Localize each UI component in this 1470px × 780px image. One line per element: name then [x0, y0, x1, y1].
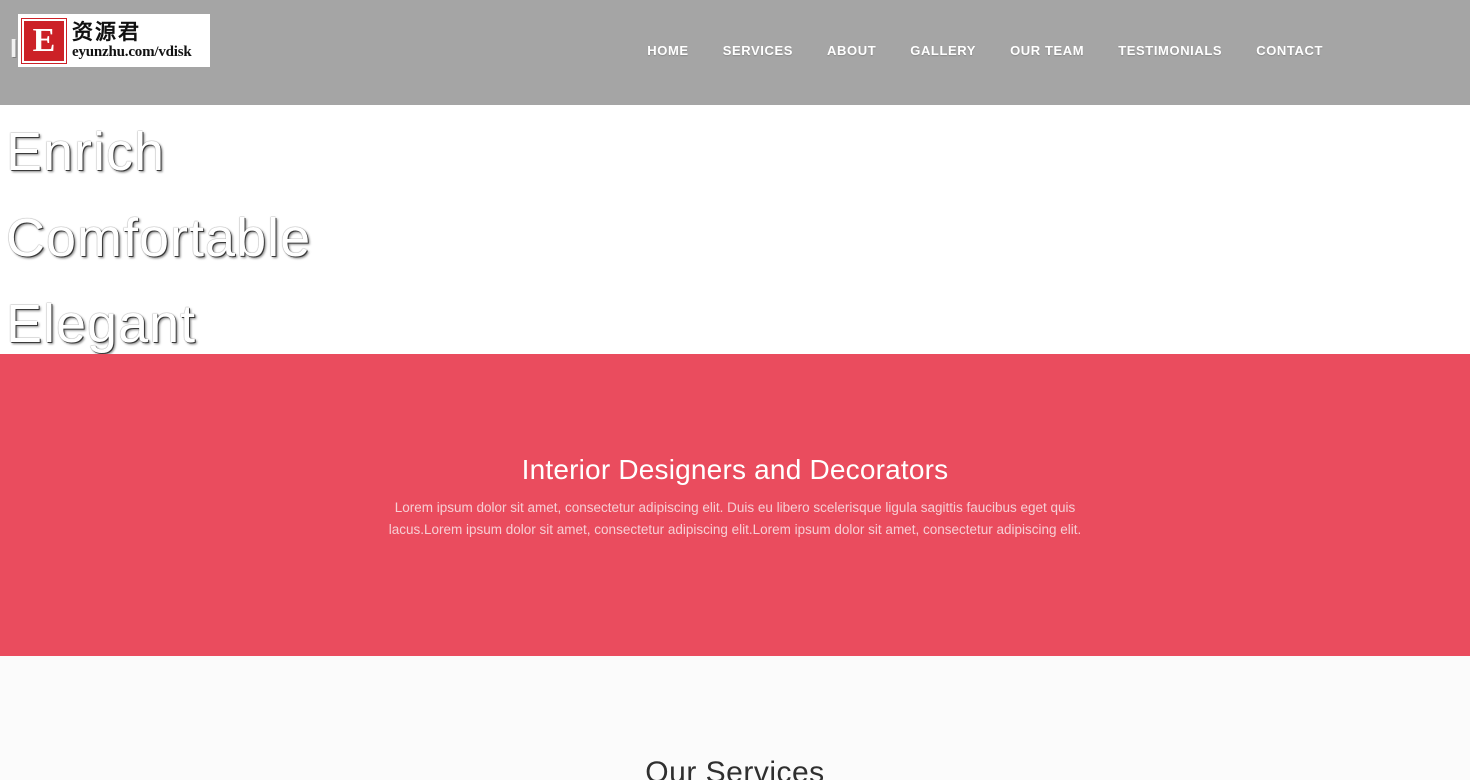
watermark-text-block: 资源君 eyunzhu.com/vdisk — [72, 19, 192, 61]
nav-item-contact[interactable]: CONTACT — [1239, 42, 1340, 59]
header-inner: INT MOKUP HOME SERVICES ABOUT GALLERY OU… — [0, 0, 1470, 105]
hero-line-2: Enrich — [6, 122, 166, 182]
watermark-url: eyunzhu.com/vdisk — [72, 43, 192, 60]
services-section: Our Services — [0, 656, 1470, 780]
watermark-overlay: E 资源君 eyunzhu.com/vdisk — [18, 14, 210, 67]
hero-line-3: Comfortable — [6, 208, 312, 268]
nav-item-gallery[interactable]: GALLERY — [893, 42, 993, 59]
main-navigation: HOME SERVICES ABOUT GALLERY OUR TEAM TES… — [630, 42, 1340, 59]
services-heading: Our Services — [645, 756, 825, 780]
nav-item-testimonials[interactable]: TESTIMONIALS — [1101, 42, 1239, 59]
watermark-badge-letter: E — [32, 21, 56, 59]
page-root: Luxurious Enrich Comfortable Elegant Int… — [0, 0, 1470, 780]
nav-item-services[interactable]: SERVICES — [706, 42, 810, 59]
intro-banner-section: Interior Designers and Decorators Lorem … — [0, 354, 1470, 656]
hero-section: Luxurious Enrich Comfortable Elegant — [0, 36, 1470, 354]
nav-item-about[interactable]: ABOUT — [810, 42, 893, 59]
nav-item-home[interactable]: HOME — [630, 42, 705, 59]
intro-banner-title: Interior Designers and Decorators — [521, 454, 949, 485]
nav-item-our-team[interactable]: OUR TEAM — [993, 42, 1101, 59]
intro-banner-paragraph: Lorem ipsum dolor sit amet, consectetur … — [388, 500, 1082, 537]
site-header: INT MOKUP HOME SERVICES ABOUT GALLERY OU… — [0, 0, 1470, 105]
watermark-chinese-name: 资源君 — [72, 19, 141, 44]
watermark-logo-icon: E — [21, 17, 67, 64]
